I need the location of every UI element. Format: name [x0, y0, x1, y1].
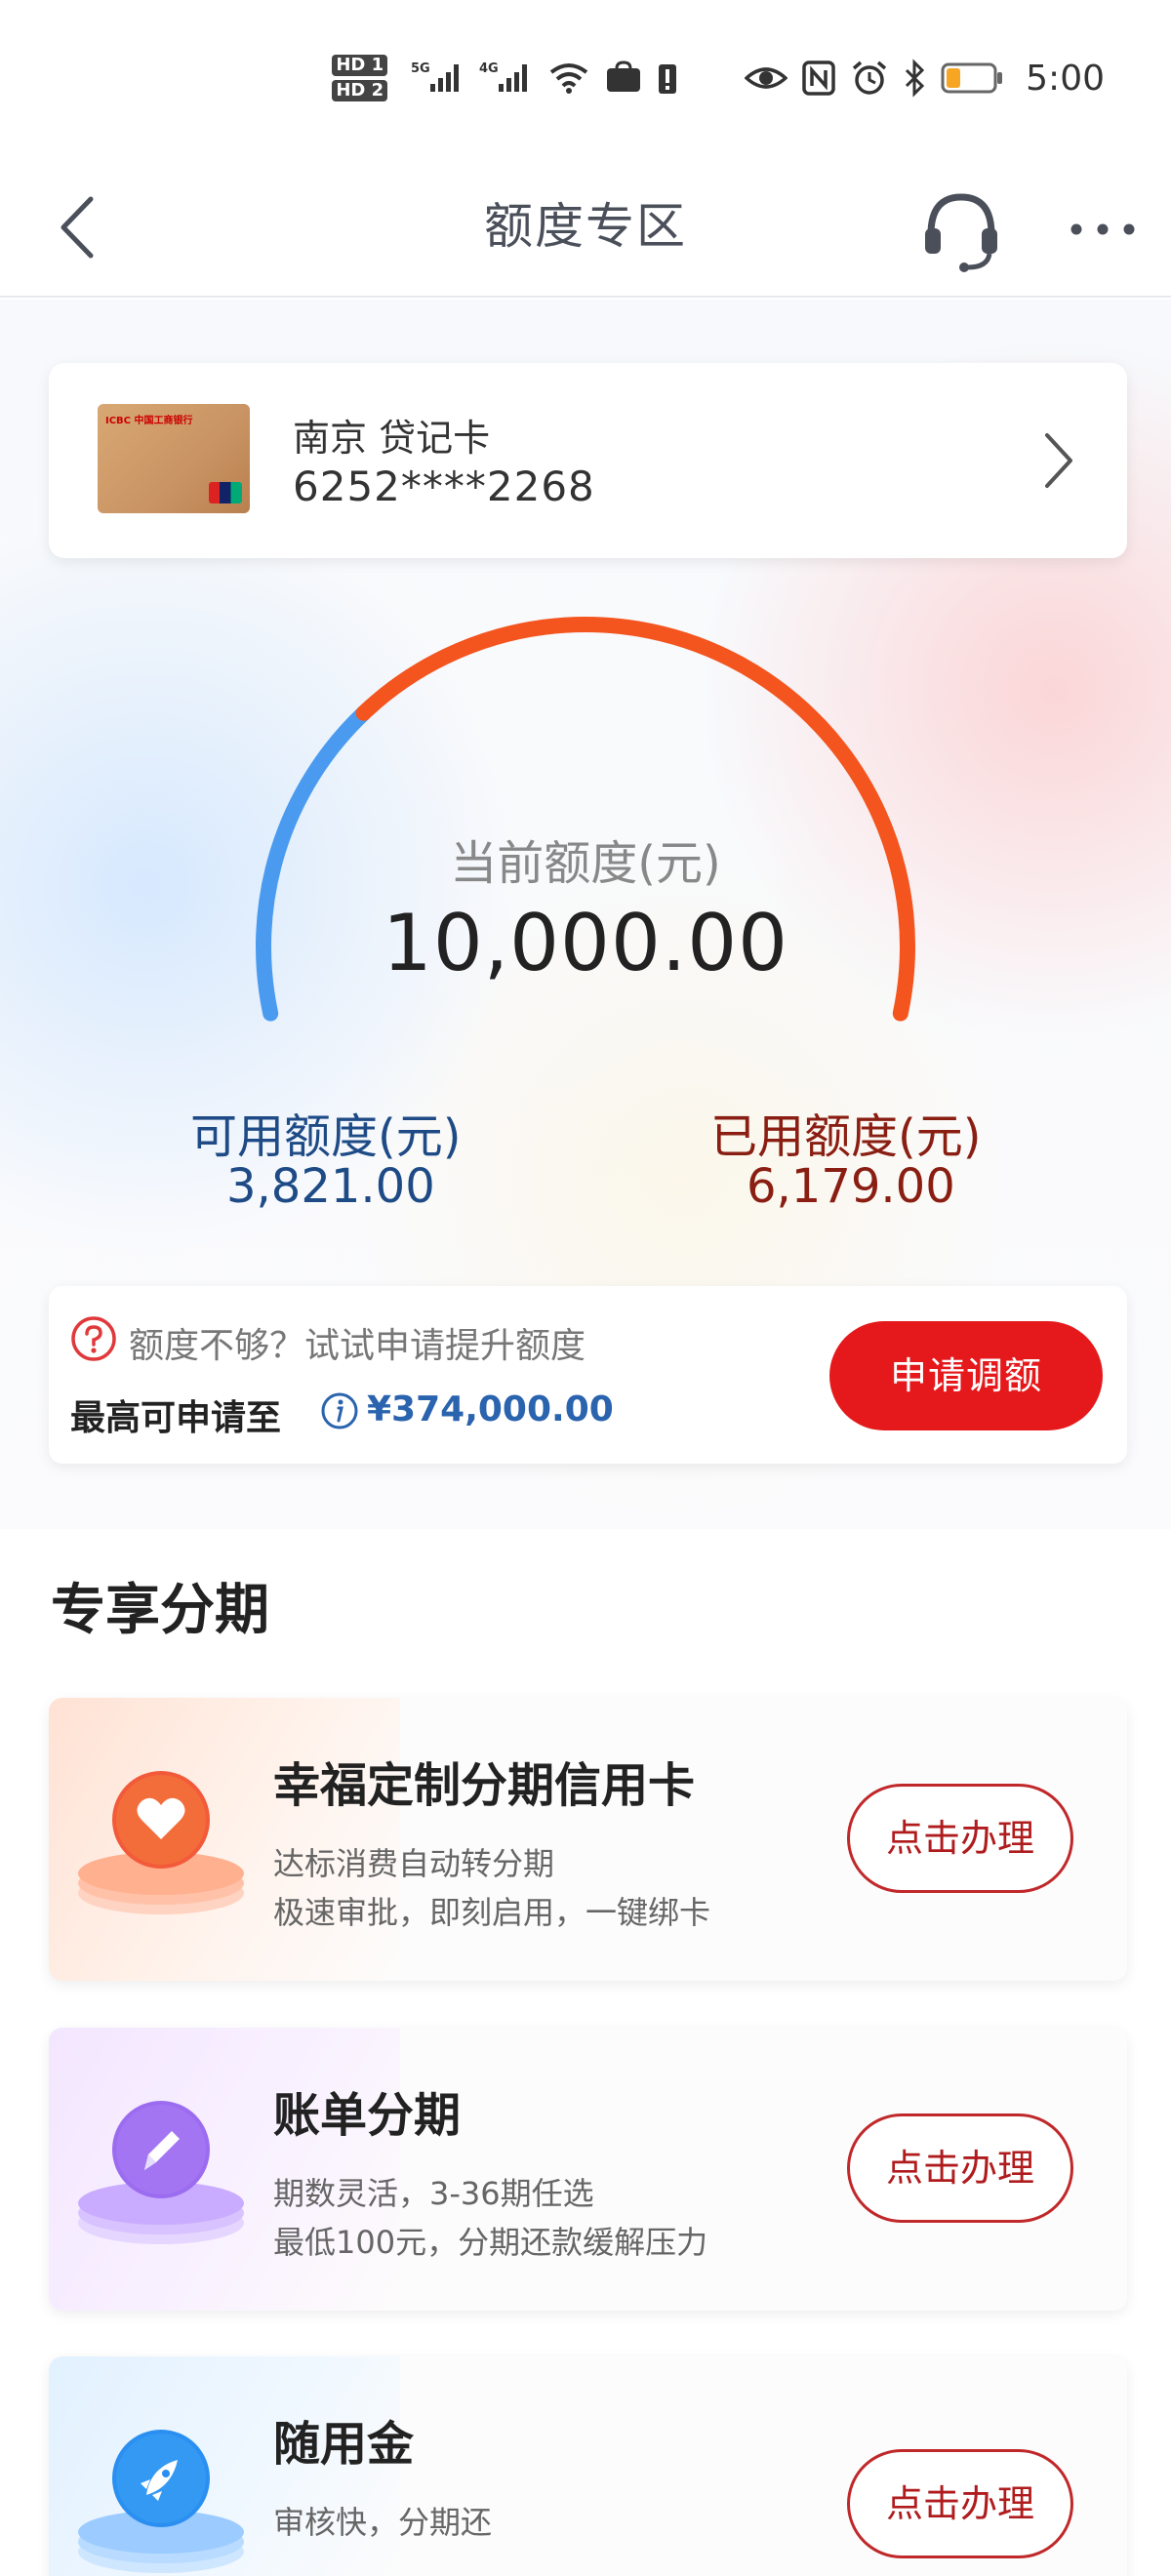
- nav-bar: 额度专区: [0, 156, 1171, 298]
- signal-4g-icon: 4G: [479, 59, 534, 98]
- used-limit-value: 6,179.00: [747, 1159, 955, 1214]
- card-selector[interactable]: ICBC 中国工商银行 南京 贷记卡 6252****2268: [49, 363, 1127, 558]
- rocket-icon: [78, 2430, 244, 2573]
- card-thumbnail: ICBC 中国工商银行: [98, 404, 250, 513]
- offer-description: 最低100元，分期还款缓解压力: [273, 2224, 708, 2261]
- back-chevron-icon: [61, 196, 94, 258]
- more-button[interactable]: [1059, 185, 1147, 273]
- wifi-icon: [547, 59, 590, 98]
- offer-card-bill-installment[interactable]: 账单分期 期数灵活，3-36期任选 最低100元，分期还款缓解压力 点击办理: [49, 2028, 1127, 2311]
- apply-button[interactable]: 点击办理: [847, 2113, 1073, 2223]
- unionpay-logo: [209, 482, 242, 503]
- offer-title: 随用金: [273, 2417, 415, 2472]
- back-button[interactable]: [39, 185, 117, 268]
- battery-icon: [940, 59, 1004, 98]
- info-icon[interactable]: [320, 1391, 359, 1430]
- credit-gauge: 当前额度(元) 10,000.00: [0, 605, 1171, 1093]
- alert-icon: [657, 59, 678, 98]
- network2-label: 4G: [479, 61, 499, 76]
- current-limit-label: 当前额度(元): [450, 836, 721, 891]
- hd2-label: HD 2: [332, 80, 388, 101]
- eye-icon: [745, 59, 788, 98]
- offer-description: 极速审批，即刻启用，一键绑卡: [273, 1894, 711, 1931]
- hd-indicator: HD 1 HD 2: [332, 55, 388, 101]
- apply-button[interactable]: 点击办理: [847, 1784, 1073, 1893]
- alarm-icon: [850, 59, 889, 98]
- card-number: 6252****2268: [293, 463, 595, 510]
- pencil-icon: [78, 2101, 244, 2244]
- section-title: 专享分期: [51, 1579, 269, 1642]
- current-limit-value: 10,000.00: [382, 898, 789, 988]
- offer-description: 期数灵活，3-36期任选: [273, 2175, 594, 2212]
- available-limit-label: 可用额度(元): [190, 1109, 462, 1164]
- used-limit-label: 已用额度(元): [710, 1109, 982, 1164]
- offer-description: 达标消费自动转分期: [273, 1845, 555, 1882]
- offer-title: 幸福定制分期信用卡: [273, 1758, 696, 1813]
- clock: 5:00: [1026, 58, 1105, 99]
- max-limit-value: ¥374,000.00: [367, 1389, 614, 1429]
- offer-title: 账单分期: [273, 2088, 462, 2143]
- limit-increase-panel: 额度不够？试试申请提升额度 最高可申请至 ¥374,000.00 申请调额: [49, 1286, 1127, 1464]
- offer-card-custom-installment[interactable]: 幸福定制分期信用卡 达标消费自动转分期 极速审批，即刻启用，一键绑卡 点击办理: [49, 1698, 1127, 1981]
- apply-button[interactable]: 点击办理: [847, 2449, 1073, 2558]
- card-bank-mark: ICBC 中国工商银行: [105, 416, 193, 426]
- headset-icon: [925, 193, 997, 272]
- bluetooth-icon: [903, 59, 926, 98]
- limit-tip-text: 额度不够？试试申请提升额度: [129, 1326, 586, 1366]
- screen: HD 1 HD 2 5G 4G 5:00 额度专区 ICBC 中国工商银行 南京…: [0, 0, 1171, 2576]
- customer-service-button[interactable]: [908, 176, 1015, 283]
- status-bar: HD 1 HD 2 5G 4G 5:00: [0, 0, 1171, 156]
- apply-limit-button[interactable]: 申请调额: [829, 1321, 1103, 1430]
- offer-card-flexible-cash[interactable]: 随用金 审核快，分期还 点击办理: [49, 2356, 1127, 2576]
- hd1-label: HD 1: [332, 55, 388, 76]
- available-limit-value: 3,821.00: [226, 1159, 435, 1214]
- signal-5g-icon: 5G: [411, 59, 465, 98]
- nfc-icon: [801, 59, 836, 98]
- question-icon: [71, 1316, 116, 1361]
- more-icon: [1070, 223, 1135, 235]
- heart-icon: [78, 1771, 244, 1914]
- card-name: 南京 贷记卡: [293, 417, 491, 460]
- network-label: 5G: [411, 61, 430, 76]
- max-limit-label: 最高可申请至: [70, 1398, 282, 1438]
- offer-description: 审核快，分期还: [273, 2504, 493, 2541]
- chevron-right-icon: [1030, 422, 1088, 500]
- huawei-icon: [604, 59, 643, 98]
